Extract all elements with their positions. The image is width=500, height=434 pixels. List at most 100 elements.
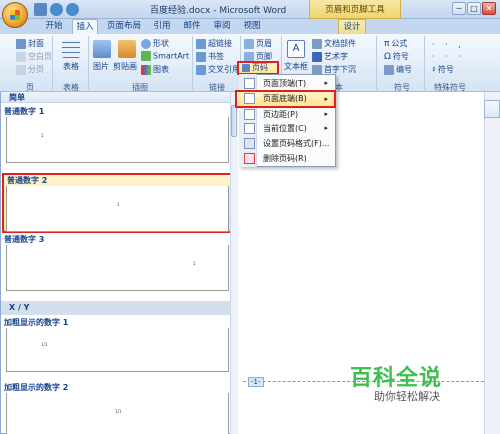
textbox-icon: A bbox=[287, 40, 305, 58]
page-preview: 1 bbox=[6, 186, 229, 232]
context-tools-title: 页眉和页脚工具 bbox=[309, 0, 401, 19]
vertical-scrollbar[interactable] bbox=[484, 92, 500, 434]
table-button[interactable]: 表格 bbox=[63, 61, 79, 72]
tab-home[interactable]: 开始 bbox=[42, 19, 66, 34]
group-label-symbols: 符号 bbox=[394, 83, 410, 92]
crossref-icon bbox=[196, 64, 206, 75]
chart-icon bbox=[141, 64, 151, 75]
bookmark-button[interactable]: 书签 bbox=[196, 51, 224, 62]
blank-page-button[interactable]: 空白页 bbox=[16, 51, 52, 62]
office-button[interactable] bbox=[2, 2, 28, 28]
tab-insert[interactable]: 插入 bbox=[72, 19, 98, 34]
wordart-icon bbox=[312, 51, 322, 62]
page-break-icon bbox=[16, 64, 26, 75]
tab-references[interactable]: 引用 bbox=[150, 19, 174, 34]
hash-icon: ♯ bbox=[432, 65, 436, 74]
group-label-illustrations: 插图 bbox=[132, 83, 148, 92]
page-break-button[interactable]: 分页 bbox=[16, 64, 44, 75]
shapes-icon bbox=[141, 38, 151, 49]
tab-page-layout[interactable]: 页面布局 bbox=[104, 19, 144, 34]
picture-button[interactable]: 图片 bbox=[93, 61, 109, 72]
table-icon bbox=[62, 40, 80, 58]
group-label-tables: 表格 bbox=[63, 83, 79, 92]
gallery-item-bold-1[interactable]: 1/1 bbox=[6, 328, 229, 372]
menu-item-top-of-page[interactable]: 页面顶端(T) ▸ bbox=[241, 76, 334, 91]
menu-item-page-margins[interactable]: 页边距(P) ▸ bbox=[241, 107, 334, 122]
clipart-button[interactable]: 剪贴画 bbox=[113, 61, 137, 72]
page-number-button[interactable]: 页码 bbox=[237, 61, 279, 75]
gallery-scrollbar[interactable] bbox=[230, 92, 238, 434]
submenu-arrow-icon: ▸ bbox=[324, 110, 328, 118]
group-label-special: 特殊符号 bbox=[434, 83, 466, 92]
smartart-button[interactable]: SmartArt bbox=[141, 51, 189, 61]
textbox-button[interactable]: 文本框 bbox=[284, 61, 308, 72]
gallery-scroll-thumb[interactable] bbox=[231, 105, 237, 137]
gallery-category: X / Y bbox=[1, 301, 237, 315]
tab-view[interactable]: 视图 bbox=[240, 19, 264, 34]
special-symbols-row[interactable]: · · · bbox=[432, 52, 465, 61]
submenu-arrow-icon: ▸ bbox=[324, 124, 328, 132]
symbol-button[interactable]: Ω 符号 bbox=[384, 51, 409, 62]
chart-button[interactable]: 图表 bbox=[141, 64, 169, 75]
special-symbol-button[interactable]: ♯ 符号 bbox=[432, 64, 454, 75]
menu-item-format-page-numbers[interactable]: 设置页码格式(F)... bbox=[241, 136, 334, 151]
gallery-item-label: 普通数字 3 bbox=[4, 235, 45, 244]
gallery-item-label: 普通数字 1 bbox=[4, 107, 45, 116]
pi-icon: π bbox=[384, 39, 390, 49]
page-top-icon bbox=[244, 78, 255, 89]
group-label-pages: 页 bbox=[26, 83, 34, 92]
gallery-item-plain-2[interactable]: 普通数字 2 1 bbox=[2, 173, 236, 233]
document-area[interactable] bbox=[238, 167, 484, 434]
gallery-item-label: 普通数字 2 bbox=[7, 176, 48, 185]
ruler-toggle[interactable] bbox=[484, 100, 500, 118]
current-position-icon bbox=[244, 123, 255, 134]
menu-item-bottom-of-page[interactable]: 页面底端(B) ▸ bbox=[235, 90, 336, 108]
group-separator bbox=[52, 36, 53, 90]
wordart-button[interactable]: 艺术字 bbox=[312, 51, 348, 62]
cover-button[interactable]: 封面 bbox=[16, 38, 44, 49]
quickparts-button[interactable]: 文档部件 bbox=[312, 38, 356, 49]
undo-icon[interactable] bbox=[50, 3, 63, 16]
blank-page-icon bbox=[16, 51, 26, 62]
gallery-item-label: 加粗显示的数字 1 bbox=[4, 318, 69, 327]
remove-icon bbox=[244, 153, 255, 164]
header-button[interactable]: 页眉 bbox=[244, 38, 272, 49]
shapes-button[interactable]: 形状 bbox=[141, 38, 169, 49]
window-title: 百度经验.docx - Microsoft Word bbox=[150, 6, 287, 16]
bookmark-icon bbox=[196, 51, 206, 62]
omega-icon: Ω bbox=[384, 52, 391, 62]
group-label-links: 链接 bbox=[209, 83, 225, 92]
page-number-tag: -1- bbox=[248, 377, 264, 387]
footer-icon bbox=[244, 51, 254, 62]
tab-mailings[interactable]: 邮件 bbox=[180, 19, 204, 34]
tab-design[interactable]: 设计 bbox=[338, 19, 366, 34]
cover-icon bbox=[16, 38, 26, 49]
equation-button[interactable]: π 公式 bbox=[384, 38, 407, 49]
group-separator bbox=[424, 36, 425, 90]
number-button[interactable]: 编号 bbox=[384, 64, 412, 75]
redo-icon[interactable] bbox=[66, 3, 79, 16]
picture-icon bbox=[93, 40, 111, 58]
gallery-item-bold-2[interactable]: 1/1 bbox=[6, 393, 229, 434]
special-symbols-row[interactable]: · · , bbox=[432, 40, 465, 49]
menu-item-remove-page-numbers[interactable]: 删除页码(R) bbox=[241, 151, 334, 166]
maximize-button[interactable]: □ bbox=[467, 2, 481, 15]
header-icon bbox=[244, 38, 254, 49]
group-separator bbox=[192, 36, 193, 90]
gallery-item-plain-3[interactable]: 1 bbox=[6, 245, 229, 291]
crossref-button[interactable]: 交叉引用 bbox=[196, 64, 240, 75]
menu-item-current-position[interactable]: 当前位置(C) ▸ bbox=[241, 121, 334, 136]
gallery-item-plain-1[interactable]: 1 bbox=[6, 117, 229, 163]
gallery-item-label: 加粗显示的数字 2 bbox=[4, 383, 69, 392]
gallery-header: 简单 bbox=[1, 92, 237, 103]
minimize-button[interactable]: ─ bbox=[452, 2, 466, 15]
save-icon[interactable] bbox=[34, 3, 47, 16]
quickparts-icon bbox=[312, 38, 322, 49]
hyperlink-button[interactable]: 超链接 bbox=[196, 38, 232, 49]
number-icon bbox=[384, 64, 394, 75]
tab-review[interactable]: 审阅 bbox=[210, 19, 234, 34]
format-icon bbox=[244, 138, 255, 149]
hyperlink-icon bbox=[196, 38, 206, 49]
dropcap-icon bbox=[312, 64, 322, 75]
close-button[interactable]: ✕ bbox=[482, 2, 496, 15]
